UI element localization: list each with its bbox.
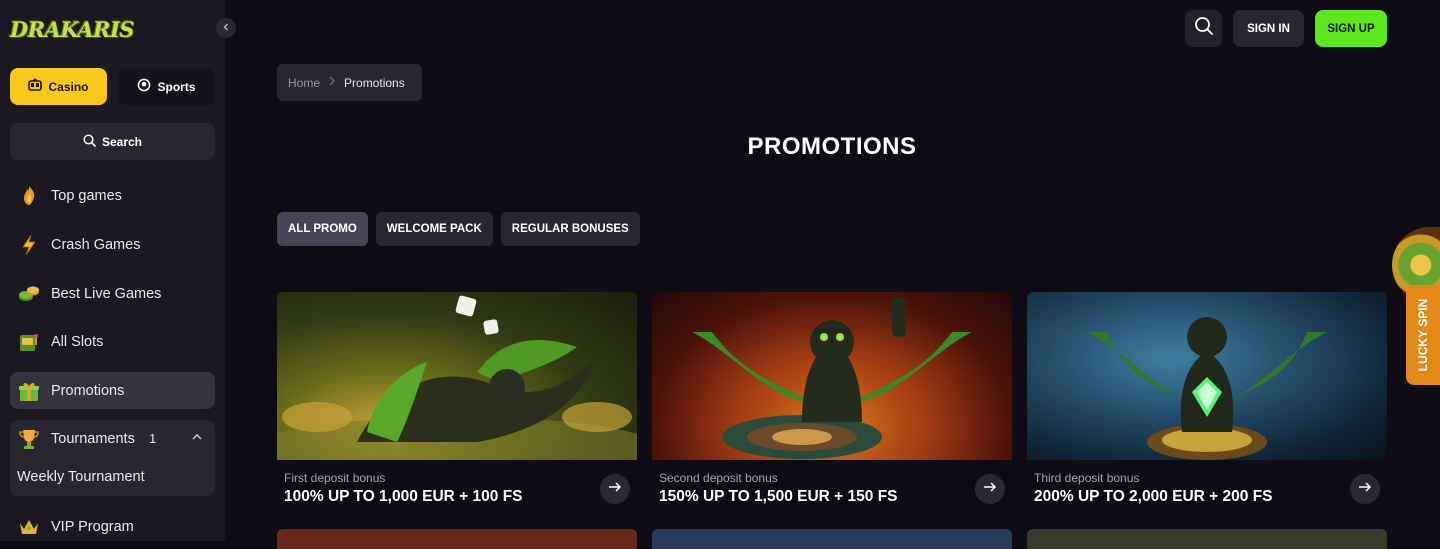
promo-card-arrow-button[interactable]	[1350, 474, 1380, 504]
sports-button[interactable]: Sports	[118, 68, 215, 105]
sidebar-search-button[interactable]: Search	[10, 123, 215, 160]
arrow-right-icon	[983, 480, 997, 498]
tab-all-promo[interactable]: ALL PROMO	[277, 212, 368, 246]
promo-card-title: 200% UP TO 2,000 EUR + 200 FS	[1034, 488, 1273, 505]
chevron-left-icon	[221, 19, 231, 37]
search-icon	[83, 133, 96, 150]
logo-text: DRAKARIS	[10, 16, 135, 42]
promo-card-image	[652, 292, 1012, 460]
header-search-button[interactable]	[1185, 10, 1222, 47]
soccer-ball-icon	[137, 78, 151, 95]
promo-card[interactable]: Third deposit bonus 200% UP TO 2,000 EUR…	[1027, 292, 1387, 517]
logo[interactable]: DRAKARIS	[10, 12, 135, 46]
chips-icon	[18, 283, 40, 305]
promo-card-peek[interactable]	[277, 529, 637, 549]
promo-card-peek[interactable]	[1027, 529, 1387, 549]
breadcrumb-home-link[interactable]: Home	[288, 76, 320, 90]
promo-card-image	[277, 292, 637, 460]
crown-icon	[18, 516, 40, 538]
slot-machine-icon	[18, 331, 40, 353]
sidebar-item-label: Best Live Games	[51, 285, 162, 302]
sidebar-item-crash-games[interactable]: Crash Games	[10, 226, 215, 263]
sidebar-item-all-slots[interactable]: All Slots	[10, 323, 215, 360]
casino-label: Casino	[48, 79, 89, 94]
search-label: Search	[101, 134, 143, 149]
lucky-spin-widget[interactable]: LUCKY SPIN	[1392, 227, 1440, 387]
chevron-up-icon[interactable]	[191, 431, 203, 446]
sidebar-item-vip-program[interactable]: VIP Program	[10, 508, 215, 545]
breadcrumb: Home Promotions	[277, 64, 422, 101]
slot-machine-icon	[28, 78, 43, 95]
promo-card-subtitle: First deposit bonus	[284, 471, 386, 485]
sidebar-item-weekly-tournament[interactable]: Weekly Tournament	[17, 469, 145, 485]
page-title: PROMOTIONS	[747, 133, 917, 160]
promo-card-title: 150% UP TO 1,500 EUR + 150 FS	[659, 488, 898, 505]
sign-in-button[interactable]: SIGN IN	[1233, 10, 1304, 47]
lucky-spin-label: LUCKY SPIN	[1416, 298, 1430, 372]
sidebar-collapse-button[interactable]	[216, 18, 236, 38]
breadcrumb-current: Promotions	[344, 75, 405, 90]
lightning-icon	[18, 234, 40, 256]
casino-button[interactable]: Casino	[10, 68, 107, 105]
sidebar-item-tournaments[interactable]: Tournaments	[51, 431, 135, 447]
gift-icon	[18, 380, 40, 402]
sidebar-item-label: Promotions	[51, 382, 125, 399]
arrow-right-icon	[608, 480, 622, 498]
sports-label: Sports	[157, 79, 196, 94]
promo-filter-tabs: ALL PROMO WELCOME PACK REGULAR BONUSES	[277, 212, 640, 246]
sidebar-item-promotions[interactable]: Promotions	[10, 372, 215, 409]
arrow-right-icon	[1358, 480, 1372, 498]
promo-card-arrow-button[interactable]	[975, 474, 1005, 504]
sidebar-item-best-live-games[interactable]: Best Live Games	[10, 275, 215, 312]
sidebar: DRAKARIS Casino Sports Search Top games …	[0, 0, 225, 541]
promo-card-subtitle: Second deposit bonus	[659, 471, 778, 485]
sidebar-item-label: VIP Program	[51, 518, 134, 535]
trophy-icon	[18, 428, 40, 450]
sidebar-item-label: All Slots	[51, 333, 104, 350]
search-icon	[1194, 16, 1214, 41]
sidebar-item-top-games[interactable]: Top games	[10, 177, 215, 214]
sidebar-item-label: Crash Games	[51, 236, 141, 253]
promo-card-title: 100% UP TO 1,000 EUR + 100 FS	[284, 488, 523, 505]
fire-dice-icon	[18, 185, 40, 207]
sidebar-item-label: Top games	[51, 187, 122, 204]
chevron-right-icon	[328, 76, 336, 89]
promo-card-subtitle: Third deposit bonus	[1034, 471, 1140, 485]
sign-up-button[interactable]: SIGN UP	[1315, 10, 1387, 47]
promo-card-peek[interactable]	[652, 529, 1012, 549]
promo-card-arrow-button[interactable]	[600, 474, 630, 504]
promo-card[interactable]: First deposit bonus 100% UP TO 1,000 EUR…	[277, 292, 637, 517]
promo-card[interactable]: Second deposit bonus 150% UP TO 1,500 EU…	[652, 292, 1012, 517]
header-actions: SIGN IN SIGN UP	[1185, 10, 1387, 47]
tab-welcome-pack[interactable]: WELCOME PACK	[375, 212, 493, 246]
lucky-spin-tab: LUCKY SPIN	[1406, 285, 1440, 385]
promo-card-image	[1027, 292, 1387, 460]
sidebar-tournaments-group: Tournaments 1 Weekly Tournament	[10, 420, 215, 496]
tournaments-count-badge: 1	[149, 431, 157, 446]
tab-regular-bonuses[interactable]: REGULAR BONUSES	[500, 212, 640, 246]
